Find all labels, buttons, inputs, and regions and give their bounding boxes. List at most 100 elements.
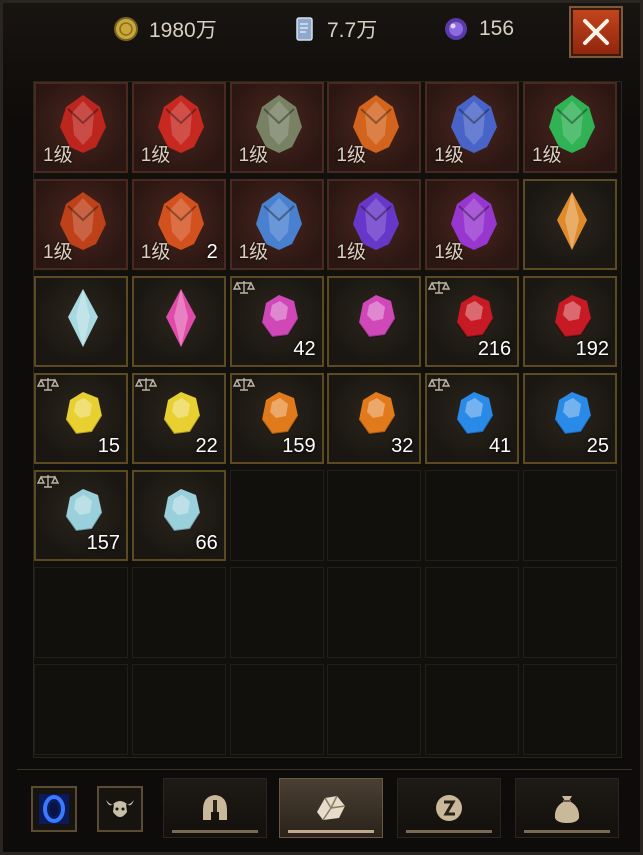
currency-header: 1980万 7.7万 156 <box>3 3 643 63</box>
inventory-window: 1980万 7.7万 156 1级 1级 1级 1级 1级 1级 1级 1级 2 1级 1级 1级 42… <box>0 0 643 855</box>
purple-orb-icon <box>445 18 467 40</box>
scale-icon <box>37 378 59 391</box>
empty-slot <box>327 470 422 561</box>
inventory-slot[interactable] <box>131 276 226 367</box>
empty-slot <box>34 664 128 755</box>
tab-underline <box>406 830 492 833</box>
item-level: 1级 <box>43 242 73 263</box>
item-level: 1级 <box>532 145 562 166</box>
tab-gems[interactable] <box>279 778 383 838</box>
inventory-slot[interactable]: 1级 <box>229 82 324 173</box>
inventory-grid: 1级 1级 1级 1级 1级 1级 1级 1级 2 1级 1级 1级 42 216 192 15 22 159 32… <box>33 81 622 758</box>
inventory-slot[interactable]: 66 <box>131 470 226 561</box>
empty-slot <box>229 567 324 658</box>
inventory-slot[interactable]: 1级 <box>327 179 422 270</box>
inventory-slot[interactable]: 25 <box>523 373 617 464</box>
tab-bag[interactable] <box>515 778 619 838</box>
gold-currency: 1980万 <box>113 15 217 43</box>
inventory-slot[interactable]: 32 <box>327 373 422 464</box>
empty-slot <box>229 664 324 755</box>
portal-button[interactable] <box>31 786 77 832</box>
empty-slot <box>229 470 324 561</box>
empty-slot <box>131 664 226 755</box>
item-count: 32 <box>391 435 414 457</box>
gold-coin-icon <box>114 17 138 41</box>
item-count: 22 <box>195 435 218 457</box>
empty-slot <box>425 664 520 755</box>
inventory-slot[interactable]: 1级 <box>229 179 324 270</box>
empty-slot <box>523 470 617 561</box>
inventory-slot[interactable] <box>327 276 422 367</box>
item-level: 1级 <box>336 145 366 166</box>
blue-portal-icon <box>39 794 69 824</box>
item-level: 1级 <box>43 145 73 166</box>
inventory-slot[interactable]: 159 <box>229 373 324 464</box>
tab-underline <box>524 830 610 833</box>
item-count: 41 <box>488 435 512 457</box>
empty-slot <box>131 567 226 658</box>
inventory-slot[interactable] <box>523 179 617 270</box>
inventory-slot[interactable]: 1级 <box>34 82 128 173</box>
gold-amount: 1980万 <box>149 19 217 42</box>
inventory-slot[interactable]: 216 <box>425 276 520 367</box>
item-level: 1级 <box>336 242 366 263</box>
inventory-slot[interactable]: 1级 <box>131 82 226 173</box>
tab-runes[interactable] <box>397 778 501 838</box>
bull-button[interactable] <box>97 786 143 832</box>
inventory-slot[interactable]: 41 <box>425 373 520 464</box>
close-button[interactable] <box>569 6 623 58</box>
scale-icon <box>134 378 157 391</box>
empty-slot <box>523 664 617 755</box>
inventory-slot[interactable]: 42 <box>229 276 324 367</box>
orb-currency: 156 <box>443 15 514 43</box>
tab-underline <box>288 830 374 833</box>
inventory-slot[interactable]: 1级 <box>327 82 422 173</box>
item-count: 25 <box>586 435 609 457</box>
item-level: 1级 <box>434 145 464 166</box>
item-count: 42 <box>293 338 316 360</box>
scale-icon <box>428 281 451 294</box>
tab-equipment[interactable] <box>163 778 267 838</box>
inventory-slot[interactable]: 192 <box>523 276 617 367</box>
silver-amount: 7.7万 <box>327 19 378 42</box>
inventory-slot[interactable]: 157 <box>34 470 128 561</box>
inventory-slot[interactable]: 15 <box>34 373 128 464</box>
empty-slot <box>425 567 520 658</box>
item-count: 216 <box>477 338 512 360</box>
item-level: 1级 <box>238 145 269 166</box>
inventory-slot[interactable] <box>34 276 128 367</box>
silver-card-icon <box>296 17 313 41</box>
item-count: 159 <box>282 435 316 457</box>
tab-underline <box>172 830 258 833</box>
item-level: 1级 <box>434 242 464 263</box>
empty-slot <box>34 567 128 658</box>
scale-icon <box>232 281 255 294</box>
empty-slot <box>327 664 422 755</box>
silver-currency: 7.7万 <box>291 15 377 43</box>
amethyst-gem-icon <box>358 295 397 339</box>
pink-gem-drop-icon <box>165 289 196 347</box>
item-count: 2 <box>206 241 218 263</box>
rune-icon <box>436 795 462 821</box>
gem-tab-icon <box>317 795 346 821</box>
empty-slot <box>425 470 520 561</box>
inventory-slot[interactable]: 1级 2 <box>131 179 226 270</box>
inventory-slot[interactable]: 1级 <box>523 82 617 173</box>
amber-shard-icon <box>557 192 587 250</box>
item-count: 15 <box>97 435 120 457</box>
empty-slot <box>327 567 422 658</box>
item-count: 192 <box>575 338 609 360</box>
item-level: 1级 <box>140 145 171 166</box>
bull-demon-icon <box>106 800 134 817</box>
diamond-shard-icon <box>68 289 98 347</box>
scale-icon <box>428 378 451 391</box>
inventory-slot[interactable]: 1级 <box>425 82 520 173</box>
bottom-bar <box>17 769 632 845</box>
inventory-slot[interactable]: 1级 <box>425 179 520 270</box>
item-level: 1级 <box>238 242 269 263</box>
helmet-icon <box>203 795 227 820</box>
item-count: 157 <box>86 532 120 554</box>
inventory-slot[interactable]: 1级 <box>34 179 128 270</box>
inventory-slot[interactable]: 22 <box>131 373 226 464</box>
empty-slot <box>523 567 617 658</box>
